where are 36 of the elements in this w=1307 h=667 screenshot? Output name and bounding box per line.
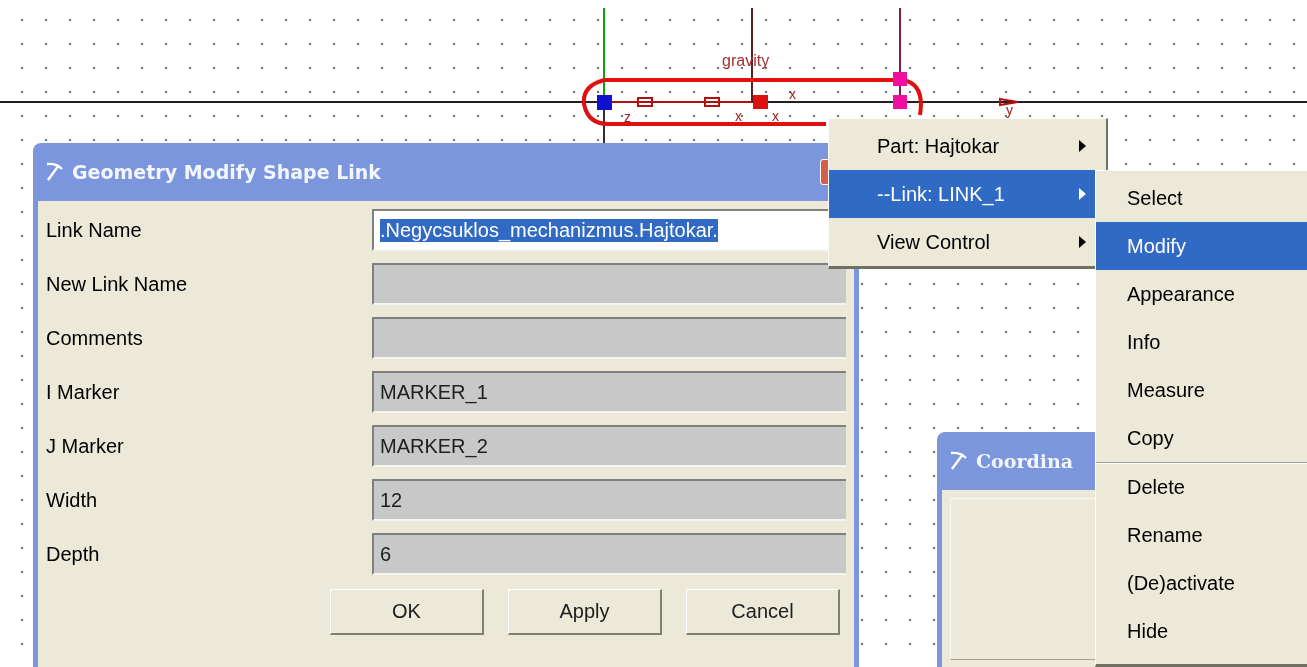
menu-item[interactable]: (De)activate (1096, 559, 1307, 607)
text-field[interactable]: MARKER_1 (372, 371, 846, 413)
field-label: Comments (46, 326, 144, 350)
field-label: Link Name (46, 218, 143, 242)
field-label: Width (46, 488, 99, 512)
submenu-arrow-icon (1079, 236, 1086, 248)
text-field[interactable]: 6 (372, 533, 846, 575)
axis-label: z (624, 109, 631, 125)
menu-item[interactable]: Measure (1096, 366, 1307, 414)
menu-item[interactable]: Delete (1096, 462, 1307, 511)
menu-item[interactable]: Info (1096, 318, 1307, 366)
menu-item[interactable]: Part: Hajtokar (829, 122, 1106, 170)
submenu-arrow-icon (1079, 140, 1086, 152)
text-field[interactable]: MARKER_2 (372, 425, 846, 467)
menu-item[interactable]: Appearance (1096, 270, 1307, 318)
text-field[interactable] (372, 263, 846, 305)
window-title: Coordina (976, 450, 1074, 472)
dialog-button[interactable]: Apply (508, 589, 662, 635)
axis-label: x (735, 108, 742, 124)
field-label: I Marker (46, 380, 121, 404)
field-label: Depth (46, 542, 101, 566)
axis-label: x (789, 86, 796, 102)
menu-item[interactable]: Rename (1096, 511, 1307, 559)
submenu-arrow-icon (1079, 188, 1086, 200)
axis-label: y (1006, 102, 1013, 118)
text-field[interactable]: 12 (372, 479, 846, 521)
dialog-button[interactable]: Cancel (686, 589, 840, 635)
axis-label: x (772, 108, 779, 124)
dialog-button[interactable]: OK (330, 589, 484, 635)
field-label: New Link Name (46, 272, 189, 296)
menu-item[interactable]: Modify (1096, 222, 1307, 270)
menu-item[interactable]: Hide (1096, 607, 1307, 655)
text-field[interactable] (372, 317, 846, 359)
field-label: J Marker (46, 434, 125, 458)
menu-item[interactable]: Copy (1096, 414, 1307, 462)
window-title: Geometry Modify Shape Link (72, 161, 381, 183)
